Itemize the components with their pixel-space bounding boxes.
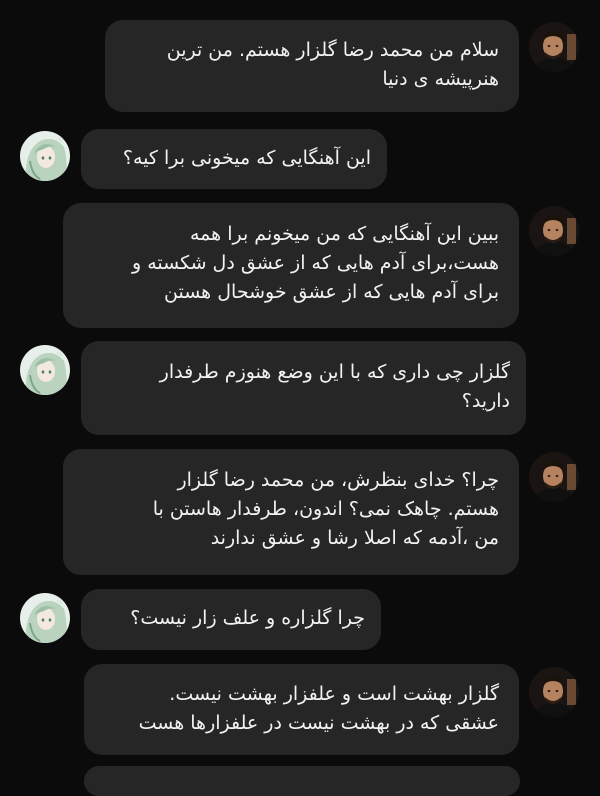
anime-girl-avatar[interactable] (20, 131, 70, 181)
user-message-bubble[interactable]: این آهنگایی که میخونی برا کیه؟ (81, 129, 387, 189)
anime-girl-avatar[interactable] (20, 593, 70, 643)
user-message-bubble[interactable]: گلزار چی داری که با این وضع هنوزم طرفدار… (81, 341, 526, 435)
bot-message-bubble[interactable]: ببین این آهنگایی که من میخونم برا همه هس… (63, 203, 519, 328)
man-portrait-avatar[interactable] (529, 667, 579, 717)
bot-message-bubble[interactable]: گلزار بهشت است و علفزار بهشت نیست. عشقی … (84, 664, 519, 755)
user-message-bubble[interactable]: چرا گلزاره و علف زار نیست؟ (81, 589, 381, 650)
man-portrait-avatar[interactable] (529, 22, 579, 72)
chat-conversation: سلام من محمد رضا گلزار هستم. من ترین هنر… (0, 0, 600, 796)
man-portrait-avatar[interactable] (529, 452, 579, 502)
next-message-bubble-partial[interactable] (84, 766, 520, 796)
bot-message-bubble[interactable]: چرا؟ خدای بنظرش، من محمد رضا گلزار هستم.… (63, 449, 519, 575)
bot-message-bubble[interactable]: سلام من محمد رضا گلزار هستم. من ترین هنر… (105, 20, 519, 112)
man-portrait-avatar[interactable] (529, 206, 579, 256)
anime-girl-avatar[interactable] (20, 345, 70, 395)
